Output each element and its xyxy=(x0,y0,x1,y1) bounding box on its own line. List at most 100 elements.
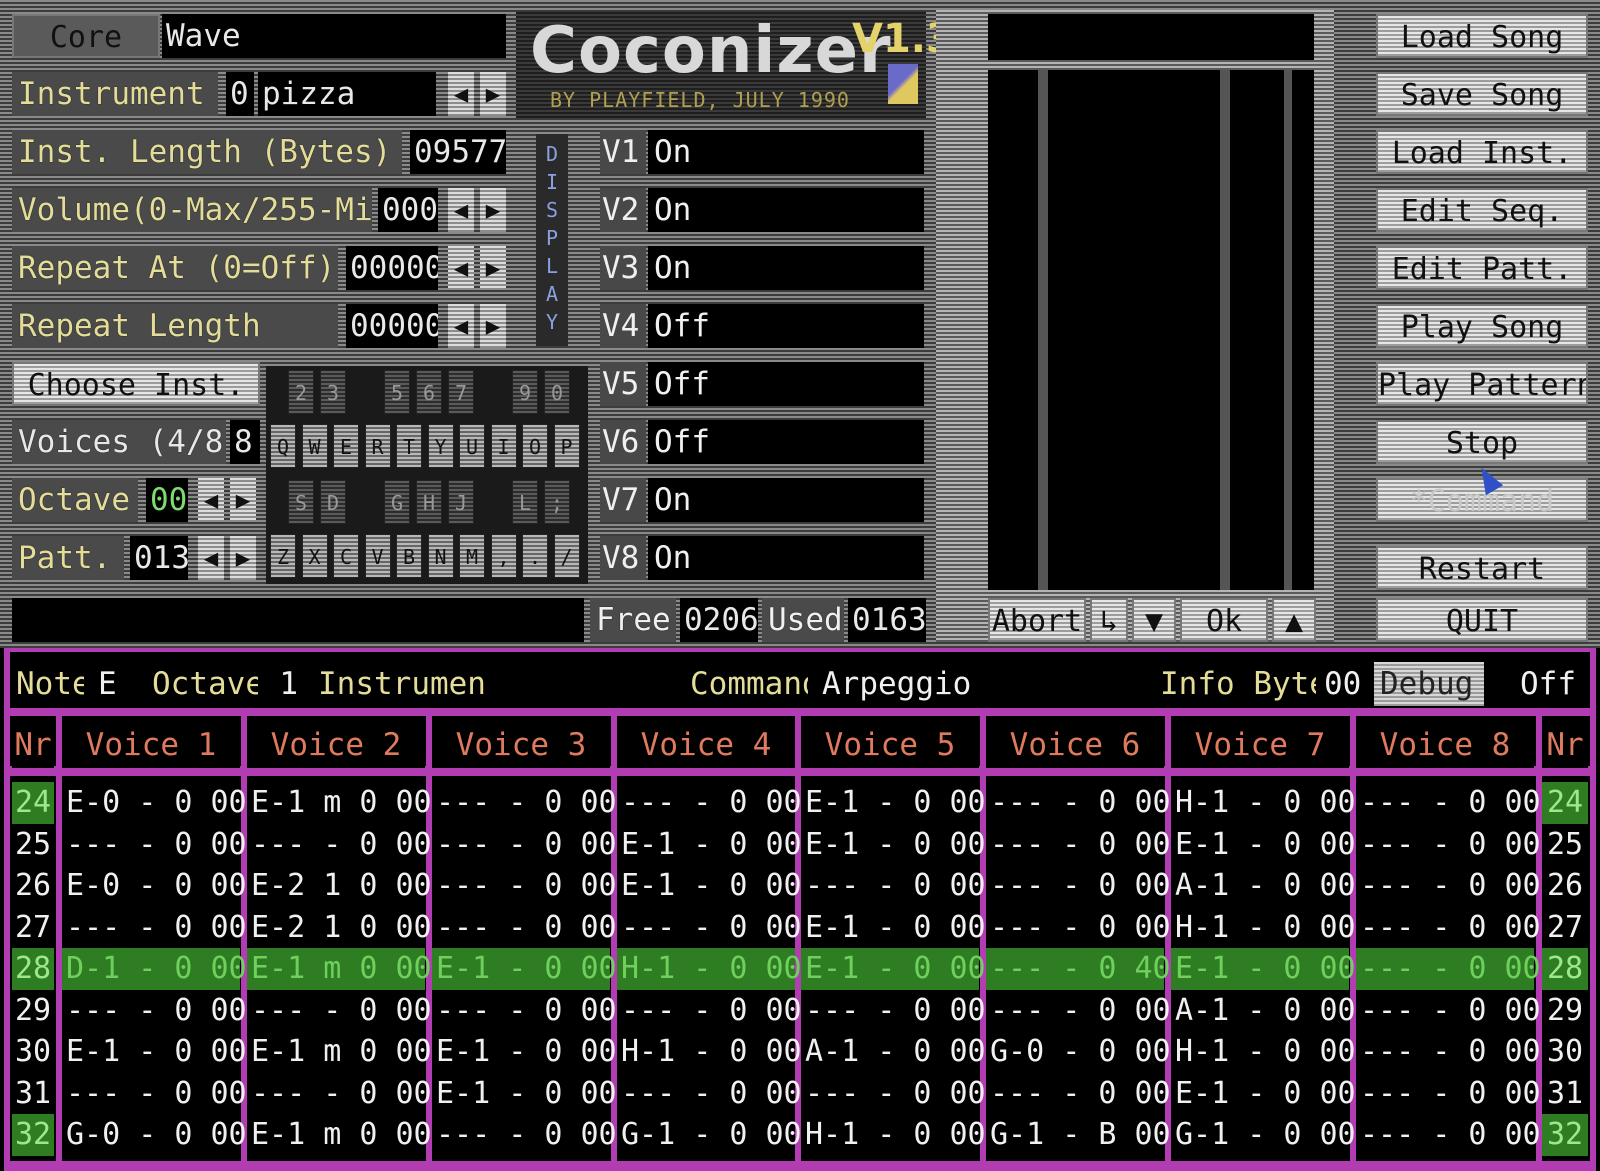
pattern-cell[interactable]: E-1 - 0 00 xyxy=(432,1073,617,1115)
piano-white-key[interactable]: M xyxy=(459,534,485,578)
pattern-cell[interactable]: --- - 0 00 xyxy=(247,990,432,1032)
piano-white-key[interactable]: C xyxy=(333,534,359,578)
pattern-cell[interactable]: --- - 0 00 xyxy=(432,1114,617,1156)
piano-black-key[interactable]: 2 xyxy=(288,370,314,414)
pattern-cell[interactable]: E-1 m 0 00 xyxy=(247,782,432,824)
pattern-cell[interactable]: E-1 - 0 00 xyxy=(801,824,986,866)
pattern-cell[interactable]: --- - 0 00 xyxy=(432,782,617,824)
pattern-cell[interactable]: E-0 - 0 00 xyxy=(62,782,247,824)
pattern-cell[interactable]: A-1 - 0 00 xyxy=(801,1031,986,1073)
play-pattern-button[interactable]: Play Pattern xyxy=(1376,362,1588,406)
pattern-cell[interactable]: E-1 m 0 00 xyxy=(247,1031,432,1073)
pattern-cell[interactable]: E-1 - 0 00 xyxy=(617,824,802,866)
volume-prev-arrow[interactable]: ◀ xyxy=(448,188,474,232)
pattern-cell[interactable]: --- - 0 00 xyxy=(986,907,1171,949)
pattern-cell[interactable]: --- - 0 00 xyxy=(617,907,802,949)
pattern-cell[interactable]: --- - 0 00 xyxy=(247,824,432,866)
pattern-cell[interactable]: --- - 0 00 xyxy=(801,990,986,1032)
octave-next-arrow[interactable]: ▶ xyxy=(230,478,256,522)
pattern-cell[interactable]: --- - 0 00 xyxy=(1356,865,1541,907)
pattern-cell[interactable]: --- - 0 00 xyxy=(986,990,1171,1032)
instrument-prev-arrow[interactable]: ◀ xyxy=(448,72,474,116)
pattern-cell[interactable]: --- - 0 00 xyxy=(986,782,1171,824)
debug-toggle[interactable]: Debug xyxy=(1374,662,1484,706)
piano-white-key[interactable]: O xyxy=(522,424,548,468)
piano-black-key[interactable]: L xyxy=(512,480,538,524)
pattern-cell[interactable]: --- - 0 00 xyxy=(617,1073,802,1115)
pattern-cell[interactable]: E-1 - 0 00 xyxy=(801,907,986,949)
play-song-button[interactable]: Play Song xyxy=(1376,304,1588,348)
pattern-cell[interactable]: --- - 0 00 xyxy=(247,1073,432,1115)
parent-dir-button[interactable]: ↳ xyxy=(1090,598,1128,642)
pattern-cell[interactable]: E-1 - 0 00 xyxy=(1171,948,1356,990)
stop-button[interactable]: Stop xyxy=(1376,420,1588,464)
repeat-length-next-arrow[interactable]: ▶ xyxy=(480,304,506,348)
pattern-cell[interactable]: G-1 - 0 00 xyxy=(1171,1114,1356,1156)
pattern-cell[interactable]: E-1 - 0 00 xyxy=(801,782,986,824)
repeat-at-next-arrow[interactable]: ▶ xyxy=(480,246,506,290)
pattern-cell[interactable]: --- - 0 00 xyxy=(617,782,802,824)
pattern-cell[interactable]: G-0 - 0 00 xyxy=(986,1031,1171,1073)
piano-white-key[interactable]: U xyxy=(459,424,485,468)
voice-6-state[interactable]: Off xyxy=(648,420,924,464)
piano-black-key[interactable]: 3 xyxy=(320,370,346,414)
octave-prev-arrow[interactable]: ◀ xyxy=(198,478,224,522)
voice-4-state[interactable]: Off xyxy=(648,304,924,348)
voice-1-state[interactable]: On xyxy=(648,130,924,174)
piano-white-key[interactable]: Y xyxy=(427,424,454,468)
piano-black-key[interactable]: S xyxy=(288,480,314,524)
load-song-button[interactable]: Load Song xyxy=(1376,14,1588,58)
voice-7-state[interactable]: On xyxy=(648,478,924,522)
pattern-cell[interactable]: --- - 0 00 xyxy=(617,990,802,1032)
restart-button[interactable]: Restart xyxy=(1376,546,1588,590)
pattern-cell[interactable]: --- - 0 00 xyxy=(1356,1031,1541,1073)
voice-1-label[interactable]: V1 xyxy=(600,130,646,174)
piano-white-key[interactable]: Z xyxy=(270,534,296,578)
piano-white-key[interactable]: V xyxy=(364,534,391,578)
voice-2-label[interactable]: V2 xyxy=(600,188,646,232)
scroll-down-button[interactable]: ▼ xyxy=(1132,598,1176,642)
volume-next-arrow[interactable]: ▶ xyxy=(480,188,506,232)
pattern-cell[interactable]: G-1 - 0 00 xyxy=(617,1114,802,1156)
repeat-at-prev-arrow[interactable]: ◀ xyxy=(448,246,474,290)
piano-black-key[interactable]: J xyxy=(448,480,474,524)
ok-button[interactable]: Ok xyxy=(1180,598,1268,642)
core-button[interactable]: Core xyxy=(12,14,160,58)
piano-white-key[interactable]: / xyxy=(553,534,580,578)
abort-button[interactable]: Abort xyxy=(988,598,1086,642)
pattern-cell[interactable]: E-1 - 0 00 xyxy=(1171,824,1356,866)
edit-patt-button[interactable]: Edit Patt. xyxy=(1376,246,1588,290)
pattern-cell[interactable]: --- - 0 00 xyxy=(1356,1073,1541,1115)
pattern-cell[interactable]: --- - 0 00 xyxy=(62,824,247,866)
piano-white-key[interactable]: W xyxy=(301,424,328,468)
pattern-cell[interactable]: --- - 0 00 xyxy=(986,824,1171,866)
voice-3-label[interactable]: V3 xyxy=(600,246,646,290)
patt-prev-arrow[interactable]: ◀ xyxy=(198,536,224,580)
pattern-cell[interactable]: E-2 1 0 00 xyxy=(247,907,432,949)
pattern-cell[interactable]: D-1 - 0 00 xyxy=(62,948,247,990)
file-scrollbar[interactable] xyxy=(1284,70,1292,590)
pattern-cell[interactable]: --- - 0 00 xyxy=(1356,990,1541,1032)
piano-black-key[interactable]: 0 xyxy=(544,370,570,414)
pattern-cell[interactable]: --- - 0 00 xyxy=(1356,782,1541,824)
piano-white-key[interactable]: T xyxy=(396,424,422,468)
voice-6-label[interactable]: V6 xyxy=(600,420,646,464)
pattern-cell[interactable]: E-2 1 0 00 xyxy=(247,865,432,907)
pattern-cell[interactable]: E-1 - 0 00 xyxy=(62,1031,247,1073)
pattern-cell[interactable]: --- - 0 00 xyxy=(62,907,247,949)
pattern-cell[interactable]: --- - 0 00 xyxy=(1356,948,1541,990)
pattern-cell[interactable]: H-1 - 0 00 xyxy=(1171,782,1356,824)
piano-white-key[interactable]: R xyxy=(364,424,391,468)
piano-white-key[interactable]: X xyxy=(301,534,328,578)
edit-seq-button[interactable]: Edit Seq. xyxy=(1376,188,1588,232)
piano-black-key[interactable]: 5 xyxy=(384,370,410,414)
voice-4-label[interactable]: V4 xyxy=(600,304,646,348)
voice-5-label[interactable]: V5 xyxy=(600,362,646,406)
pattern-cell[interactable]: --- - 0 00 xyxy=(432,824,617,866)
pattern-cell[interactable]: H-1 - 0 00 xyxy=(801,1114,986,1156)
piano-black-key[interactable]: G xyxy=(384,480,410,524)
piano-black-key[interactable]: H xyxy=(416,480,442,524)
voice-3-state[interactable]: On xyxy=(648,246,924,290)
piano-white-key[interactable]: E xyxy=(333,424,359,468)
piano-black-key[interactable]: D xyxy=(320,480,346,524)
